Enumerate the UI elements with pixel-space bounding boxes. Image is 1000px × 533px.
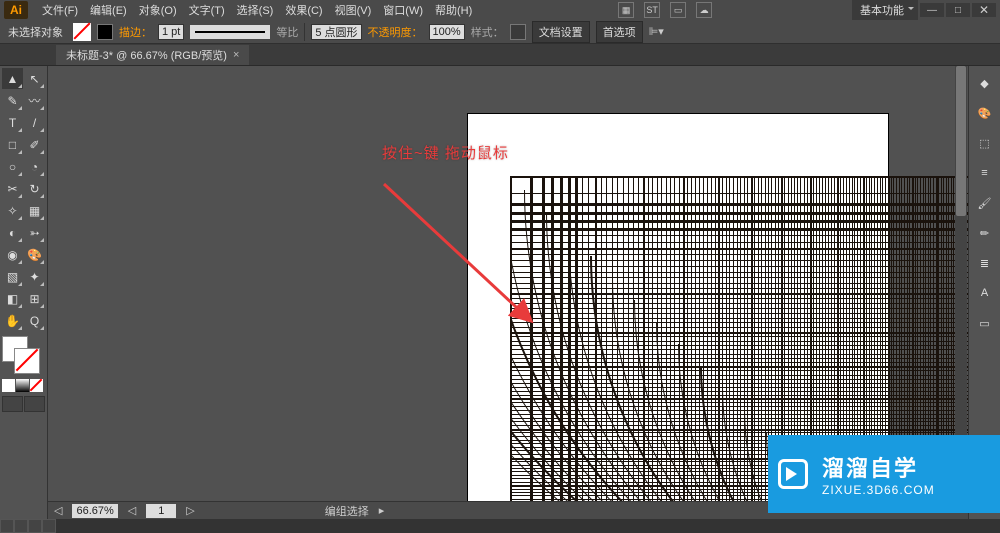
- opacity-label: 不透明度：: [368, 24, 423, 40]
- page-nav-next[interactable]: ▷: [186, 504, 194, 517]
- panel-gradient-icon[interactable]: ≡: [974, 162, 996, 184]
- separator: [304, 23, 305, 41]
- panel-color-icon[interactable]: ◆: [974, 72, 996, 94]
- menu-bar: Ai 文件(F) 编辑(E) 对象(O) 文字(T) 选择(S) 效果(C) 视…: [0, 0, 1000, 20]
- stroke-style-preview[interactable]: [190, 25, 270, 39]
- tool-symbol[interactable]: ▧: [2, 266, 23, 287]
- stroke-width-input[interactable]: 1 pt: [158, 24, 184, 40]
- titlebar-doc-icon[interactable]: ▭: [670, 2, 686, 18]
- menu-select[interactable]: 选择(S): [231, 0, 280, 20]
- menu-file[interactable]: 文件(F): [36, 0, 84, 20]
- stroke-swatch[interactable]: [97, 24, 113, 40]
- tool-eyedropper[interactable]: ◉: [2, 244, 23, 265]
- workspace-dropdown[interactable]: 基本功能: [852, 0, 918, 20]
- tool-hand[interactable]: ✋: [2, 310, 23, 331]
- document-setup-button[interactable]: 文档设置: [532, 21, 590, 43]
- preferences-button[interactable]: 首选项: [596, 21, 643, 43]
- status-label: 编组选择: [325, 503, 369, 519]
- document-tab-title: 未标题-3* @ 66.67% (RGB/预览): [66, 47, 227, 63]
- panel-swatches-icon[interactable]: 🎨: [974, 102, 996, 124]
- panel-align-icon[interactable]: ≣: [974, 252, 996, 274]
- tool-artboard[interactable]: ◧: [2, 288, 23, 309]
- artboard-nav-prev[interactable]: ◁: [54, 504, 62, 517]
- window-close[interactable]: ✕: [972, 3, 996, 17]
- panel-symbols-icon[interactable]: ✏: [974, 222, 996, 244]
- panel-type-icon[interactable]: A: [974, 282, 996, 304]
- stroke-label: 描边：: [119, 24, 152, 40]
- fill-mode-row[interactable]: [2, 379, 45, 392]
- screen-mode-row[interactable]: [2, 396, 45, 412]
- menu-window[interactable]: 窗口(W): [377, 0, 429, 20]
- tool-shape-builder[interactable]: ✧: [2, 200, 23, 221]
- titlebar-grid-icon[interactable]: ▦: [618, 2, 634, 18]
- status-dropdown-icon[interactable]: ▸: [379, 504, 385, 517]
- fill-swatch[interactable]: [73, 23, 91, 41]
- window-minimize[interactable]: —: [920, 3, 944, 17]
- tool-ellipse[interactable]: ○: [2, 156, 23, 177]
- tool-type[interactable]: T: [2, 112, 23, 133]
- titlebar-cloud-icon[interactable]: ☁: [696, 2, 712, 18]
- align-icon[interactable]: ⊫▾: [649, 25, 664, 38]
- menu-edit[interactable]: 编辑(E): [84, 0, 133, 20]
- tool-free-transform[interactable]: ↻: [24, 178, 45, 199]
- page-nav-prev[interactable]: ◁: [128, 504, 136, 517]
- tool-scissors[interactable]: ✂: [2, 178, 23, 199]
- panel-stroke-icon[interactable]: ⬚: [974, 132, 996, 154]
- tool-rectangle[interactable]: □: [2, 134, 23, 155]
- style-label: 样式：: [471, 24, 504, 40]
- page-number[interactable]: 1: [146, 504, 176, 518]
- menu-type[interactable]: 文字(T): [183, 0, 231, 20]
- document-tab-close[interactable]: ×: [233, 49, 239, 61]
- play-icon: [778, 459, 808, 489]
- panel-transform-icon[interactable]: ▭: [974, 312, 996, 334]
- tool-direct-selection[interactable]: ↖: [24, 68, 45, 89]
- menu-object[interactable]: 对象(O): [133, 0, 183, 20]
- watermark-url: ZIXUE.3D66.COM: [822, 483, 935, 497]
- panel-brushes-icon[interactable]: 🖌: [974, 192, 996, 214]
- watermark: 溜溜自学 ZIXUE.3D66.COM: [768, 435, 1000, 513]
- tool-slice[interactable]: ⊞: [24, 288, 45, 309]
- tool-magic-wand[interactable]: ✎: [2, 90, 23, 111]
- tool-lasso[interactable]: 〰: [24, 90, 45, 111]
- tool-selection[interactable]: ▲: [2, 68, 23, 89]
- window-maximize[interactable]: □: [946, 3, 970, 17]
- selection-status: 未选择对象: [4, 24, 67, 40]
- watermark-logo: [778, 459, 812, 489]
- tool-panel: ▲ ↖ ✎ 〰 T / □ ✐ ○ ◔ ✂ ↻ ✧ ▦ ◐ ➳ ◉ 🎨 ▧ ✦ …: [0, 66, 48, 519]
- uniform-label: 等比: [276, 24, 298, 40]
- tool-perspective[interactable]: ▦: [24, 200, 45, 221]
- tool-mesh[interactable]: ◐: [2, 222, 23, 243]
- document-tab[interactable]: 未标题-3* @ 66.67% (RGB/预览) ×: [56, 45, 249, 65]
- tool-paint[interactable]: 🎨: [24, 244, 45, 265]
- fill-stroke-swatches[interactable]: [2, 336, 44, 376]
- tool-zoom[interactable]: Q: [24, 310, 45, 331]
- tool-line[interactable]: /: [24, 112, 45, 133]
- page-strip: [0, 519, 1000, 533]
- menu-help[interactable]: 帮助(H): [429, 0, 478, 20]
- titlebar-st-icon[interactable]: ST: [644, 2, 660, 18]
- document-tab-bar: 未标题-3* @ 66.67% (RGB/预览) ×: [0, 44, 1000, 66]
- opacity-input[interactable]: 100%: [429, 24, 465, 40]
- brush-preset[interactable]: 5 点圆形: [311, 24, 361, 40]
- tool-pencil[interactable]: ✐: [24, 134, 45, 155]
- watermark-title: 溜溜自学: [822, 451, 935, 483]
- tool-graph[interactable]: ✦: [24, 266, 45, 287]
- app-logo: Ai: [4, 1, 28, 19]
- control-bar: 未选择对象 描边： 1 pt 等比 5 点圆形 不透明度： 100% 样式： 文…: [0, 20, 1000, 44]
- tool-gradient[interactable]: ➳: [24, 222, 45, 243]
- menu-view[interactable]: 视图(V): [329, 0, 378, 20]
- menu-effect[interactable]: 效果(C): [279, 0, 328, 20]
- style-swatch[interactable]: [510, 24, 526, 40]
- tool-rotate[interactable]: ◔: [24, 156, 45, 177]
- annotation-text: 按住~键 拖动鼠标: [382, 142, 509, 163]
- zoom-level[interactable]: 66.67%: [72, 504, 117, 518]
